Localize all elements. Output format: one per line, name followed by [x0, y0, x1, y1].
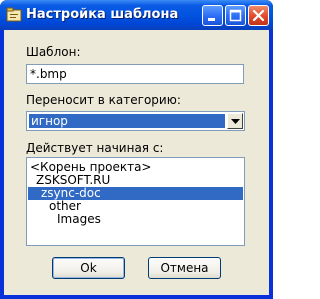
- chevron-down-icon: [231, 119, 240, 124]
- start-tree-label: Действует начиная с:: [26, 141, 164, 155]
- category-dropdown[interactable]: игнор: [26, 111, 245, 131]
- cancel-button[interactable]: Отмена: [148, 257, 221, 279]
- window-title: Настройка шаблона: [26, 7, 179, 22]
- dialog-window: Настройка шаблона Шаблон: *.bmp Переноси…: [0, 0, 273, 299]
- app-icon: [6, 7, 22, 22]
- window-frame-bottom: [0, 295, 273, 299]
- project-tree[interactable]: <Корень проекта> ZSKSOFT.RU zsync-doc ot…: [26, 157, 245, 246]
- title-bar[interactable]: Настройка шаблона: [0, 0, 273, 30]
- minimize-icon: [208, 18, 215, 21]
- maximize-button[interactable]: [225, 5, 246, 26]
- dropdown-button[interactable]: [227, 113, 243, 129]
- category-selected-value: игнор: [29, 114, 225, 128]
- tree-item-images[interactable]: Images: [57, 213, 101, 226]
- close-icon: [252, 9, 265, 22]
- window-frame-right: [269, 30, 273, 299]
- minimize-button[interactable]: [202, 5, 223, 26]
- template-input[interactable]: *.bmp: [26, 64, 244, 84]
- category-label: Переносит в категорию:: [26, 93, 181, 107]
- maximize-icon: [229, 9, 242, 22]
- close-button[interactable]: [248, 5, 269, 26]
- template-label: Шаблон:: [26, 45, 81, 59]
- ok-button[interactable]: Ok: [52, 257, 125, 279]
